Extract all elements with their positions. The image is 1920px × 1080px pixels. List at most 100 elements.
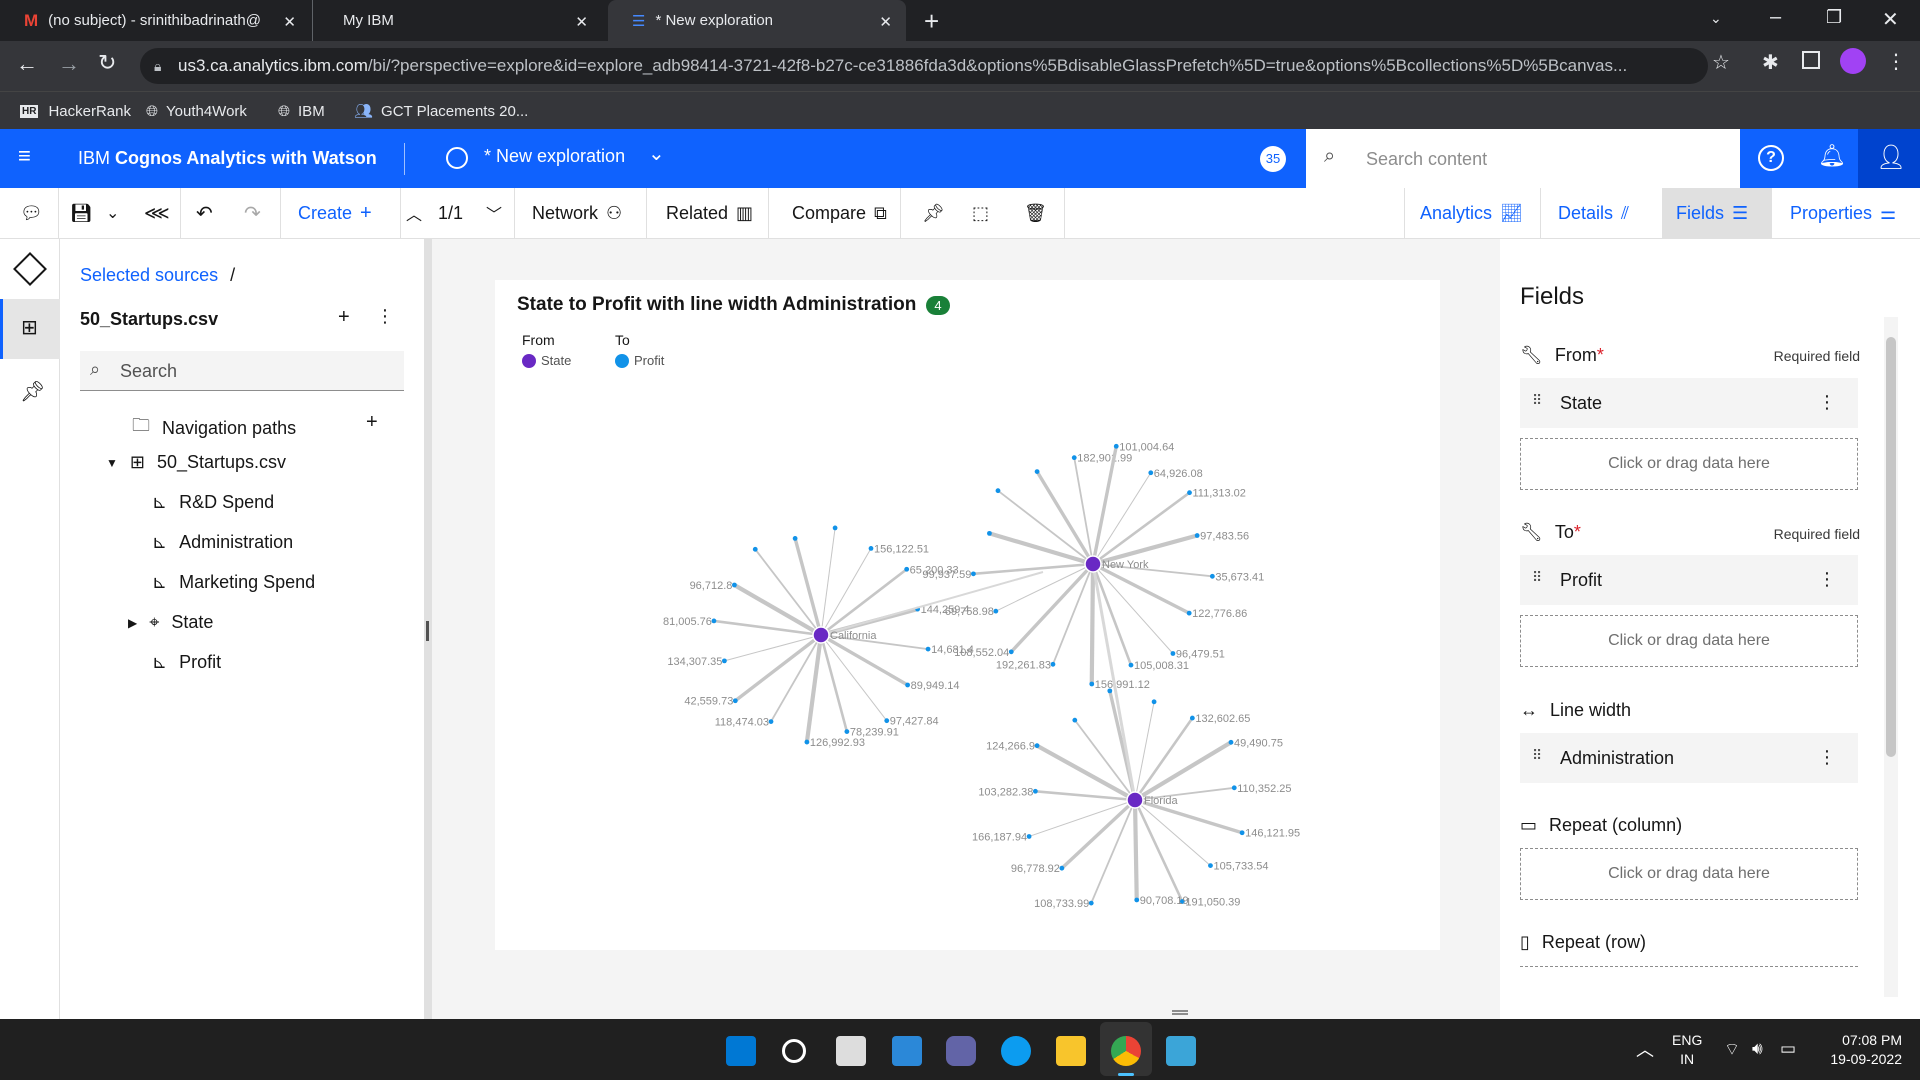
profit-node[interactable] bbox=[722, 658, 727, 664]
network-graph[interactable]: 156,122.5165,200.33144,259.414,681.489,9… bbox=[495, 280, 1440, 950]
state-node[interactable] bbox=[1126, 791, 1144, 809]
profit-node[interactable] bbox=[1026, 834, 1032, 839]
minimize-icon[interactable]: – bbox=[1770, 6, 1781, 29]
bookmark-gct[interactable]: 👥︎ GCT Placements 20... bbox=[354, 92, 528, 130]
profit-node[interactable] bbox=[1231, 785, 1237, 791]
teams-icon[interactable] bbox=[946, 1036, 976, 1066]
profit-node[interactable] bbox=[971, 571, 976, 577]
notification-badge[interactable]: 35 bbox=[1260, 146, 1286, 172]
network-button[interactable]: Network ⚇ bbox=[532, 188, 622, 238]
panel-splitter[interactable] bbox=[424, 239, 432, 1019]
profit-node[interactable] bbox=[1189, 715, 1195, 721]
back-icon[interactable]: ← bbox=[16, 51, 38, 77]
from-field-slot[interactable]: ⠿ State ⋮ bbox=[1520, 378, 1858, 428]
state-node[interactable] bbox=[1084, 555, 1102, 573]
volume-icon[interactable]: 🔊︎ bbox=[1752, 1039, 1763, 1059]
breadcrumb-link[interactable]: Selected sources bbox=[80, 265, 218, 286]
profit-node[interactable] bbox=[1089, 681, 1095, 687]
state-node[interactable] bbox=[812, 626, 830, 644]
sources-search-input[interactable]: ⌕ Search bbox=[80, 351, 404, 391]
pin-rail-icon[interactable]: 📌︎ bbox=[20, 379, 45, 404]
bookmark-ibm[interactable]: 🌐︎ IBM bbox=[278, 92, 325, 130]
profit-node[interactable] bbox=[804, 739, 810, 745]
profit-node[interactable] bbox=[732, 698, 738, 704]
profit-node[interactable] bbox=[1128, 662, 1134, 668]
bookmark-star-icon[interactable]: ☆ bbox=[1712, 50, 1730, 75]
overflow-menu-icon[interactable]: ⋮ bbox=[1818, 392, 1836, 413]
profit-node[interactable] bbox=[1148, 470, 1154, 476]
sidepanel-icon[interactable] bbox=[1802, 51, 1820, 69]
compare-button[interactable]: Compare ⧉ bbox=[792, 188, 887, 238]
profit-node[interactable] bbox=[904, 566, 910, 572]
delete-icon[interactable]: 🗑︎ bbox=[1024, 188, 1047, 238]
profit-node[interactable] bbox=[1088, 900, 1094, 906]
analytics-tab[interactable]: Analytics 📈︎ bbox=[1420, 188, 1523, 238]
browser-tab-exploration[interactable]: ☰ * New exploration ✕ bbox=[608, 0, 906, 41]
profit-node[interactable] bbox=[1239, 830, 1245, 836]
profit-node[interactable] bbox=[1107, 688, 1113, 694]
profit-node[interactable] bbox=[1008, 649, 1014, 655]
close-window-icon[interactable]: ✕ bbox=[1882, 7, 1899, 32]
chrome-icon[interactable] bbox=[1111, 1036, 1141, 1066]
overflow-menu-icon[interactable]: ⋮ bbox=[1818, 569, 1836, 590]
line-width-slot[interactable]: ⠿ Administration ⋮ bbox=[1520, 733, 1858, 783]
task-view-icon[interactable] bbox=[836, 1036, 866, 1066]
profit-node[interactable] bbox=[905, 682, 911, 688]
help-icon[interactable]: ? bbox=[1758, 145, 1784, 171]
properties-tab[interactable]: Properties ⚌ bbox=[1790, 188, 1896, 238]
windows-start-icon[interactable] bbox=[726, 1036, 756, 1066]
profit-node[interactable] bbox=[925, 646, 931, 652]
battery-icon[interactable]: ▭ bbox=[1780, 1039, 1796, 1059]
profit-node[interactable] bbox=[844, 729, 850, 734]
widgets-icon[interactable] bbox=[892, 1036, 922, 1066]
profit-node[interactable] bbox=[1113, 443, 1119, 449]
profit-node[interactable] bbox=[1071, 455, 1077, 461]
browser-menu-icon[interactable]: ⋮ bbox=[1886, 49, 1906, 74]
profit-node[interactable] bbox=[1228, 739, 1234, 745]
fields-scrollbar[interactable] bbox=[1884, 317, 1898, 997]
comment-icon[interactable]: 💬︎ bbox=[20, 188, 43, 238]
reload-icon[interactable]: ↻ bbox=[98, 50, 116, 76]
profit-node[interactable] bbox=[993, 608, 999, 614]
canvas-resize-handle[interactable] bbox=[1172, 1010, 1188, 1015]
create-button[interactable]: Create + bbox=[298, 188, 372, 238]
browser-tab-myibm[interactable]: My IBM ✕ bbox=[312, 0, 602, 41]
add-navigation-path-icon[interactable]: + bbox=[366, 411, 378, 434]
overflow-menu-icon[interactable]: ⋮ bbox=[376, 306, 394, 327]
close-tab-icon[interactable]: ✕ bbox=[283, 13, 296, 31]
profit-node[interactable] bbox=[1170, 651, 1176, 656]
to-drop-zone[interactable]: Click or drag data here bbox=[1520, 615, 1858, 667]
profit-node[interactable] bbox=[832, 525, 838, 531]
profit-node[interactable] bbox=[1194, 533, 1200, 538]
redo-icon[interactable]: ↷ bbox=[244, 188, 261, 238]
overflow-menu-icon[interactable]: ⋮ bbox=[1818, 747, 1836, 768]
forward-icon[interactable]: → bbox=[58, 51, 80, 77]
share-icon[interactable]: ⋘ bbox=[144, 188, 170, 238]
profit-node[interactable] bbox=[1208, 863, 1213, 869]
user-menu[interactable]: 👤︎ bbox=[1858, 129, 1920, 188]
restore-icon[interactable]: ❐ bbox=[1826, 7, 1842, 28]
page-down-icon[interactable]: ﹀ bbox=[486, 188, 502, 238]
navigation-paths-item[interactable]: 🗀 Navigation paths bbox=[132, 413, 296, 443]
language-indicator[interactable]: ENG IN bbox=[1672, 1031, 1702, 1069]
fit-to-screen-icon[interactable]: ⬚ bbox=[972, 188, 989, 238]
to-field-slot[interactable]: ⠿ Profit ⋮ bbox=[1520, 555, 1858, 605]
profit-node[interactable] bbox=[884, 718, 890, 724]
column-state[interactable]: ▶ ⌖ State bbox=[128, 612, 213, 633]
profit-node[interactable] bbox=[1072, 717, 1078, 723]
profit-node[interactable] bbox=[1151, 699, 1157, 705]
undo-icon[interactable]: ↶ bbox=[196, 188, 213, 238]
clock[interactable]: 07:08 PM 19-09-2022 bbox=[1822, 1031, 1902, 1069]
extensions-icon[interactable]: ✱ bbox=[1762, 50, 1779, 75]
edge-icon[interactable] bbox=[1001, 1036, 1031, 1066]
table-item[interactable]: ▼ ⊞ 50_Startups.csv bbox=[106, 452, 286, 473]
column-administration[interactable]: ⊾ Administration bbox=[152, 532, 293, 553]
profit-node[interactable] bbox=[768, 719, 774, 725]
profile-avatar[interactable] bbox=[1840, 48, 1866, 74]
profit-node[interactable] bbox=[1209, 573, 1215, 579]
profit-node[interactable] bbox=[987, 530, 992, 536]
profit-node[interactable] bbox=[711, 618, 717, 624]
profit-node[interactable] bbox=[731, 582, 737, 588]
browser-tab-gmail[interactable]: M (no subject) - srinithibadrinath@ ✕ bbox=[0, 0, 310, 41]
profit-node[interactable] bbox=[1032, 788, 1038, 794]
